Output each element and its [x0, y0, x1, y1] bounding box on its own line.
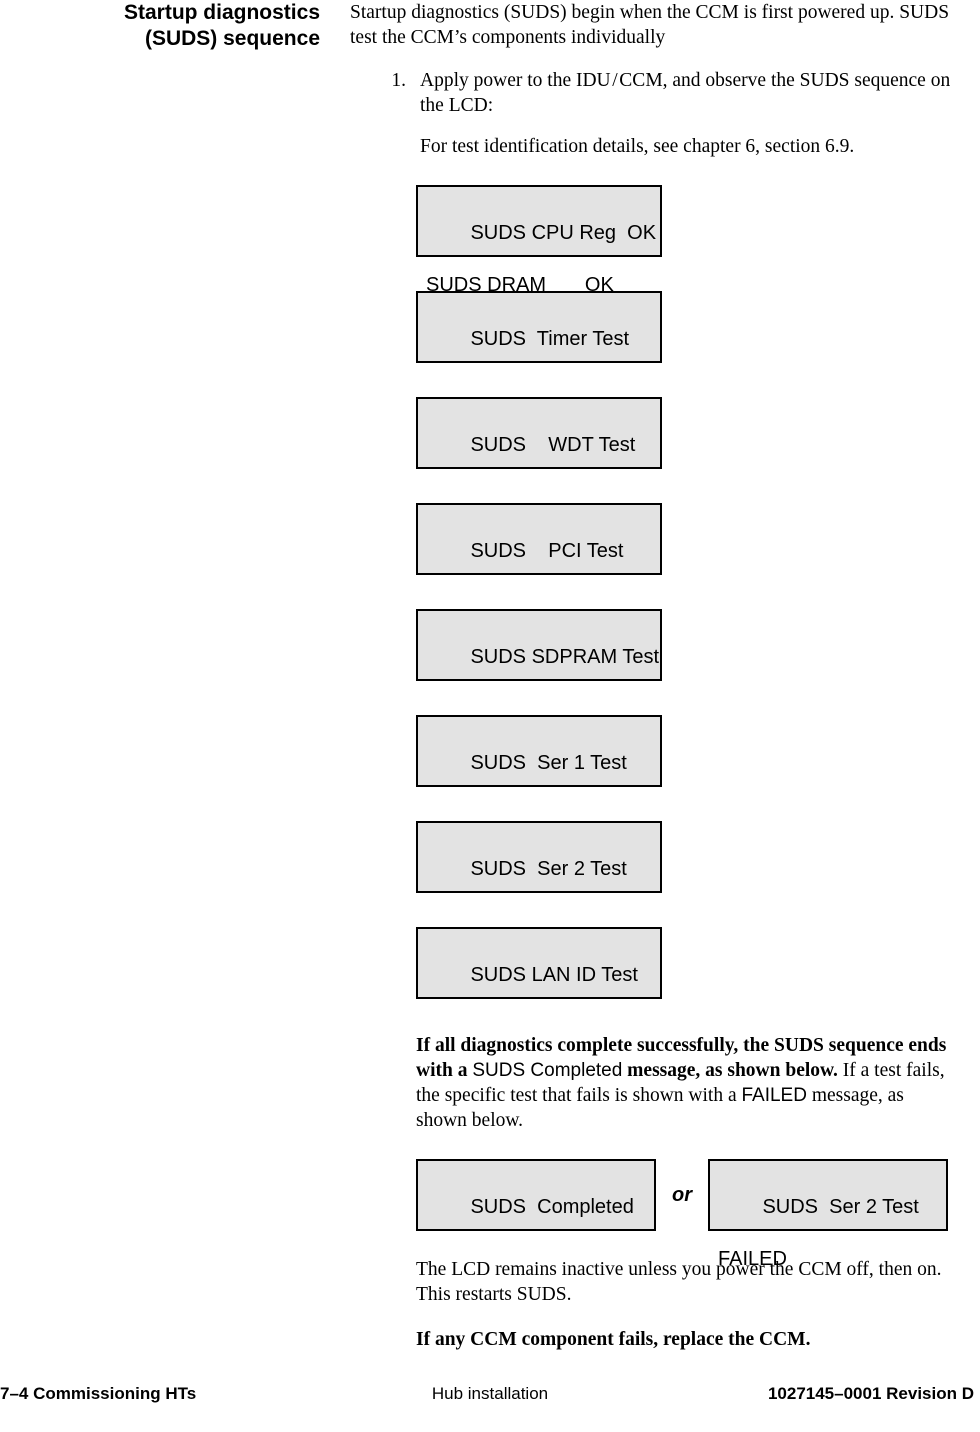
lcd-line1: SUDS CPU Reg OK [470, 222, 657, 244]
main-column: Startup diagnostics (SUDS) begin when th… [350, 0, 965, 1371]
lcd-screen-list: SUDS CPU Reg OK SUDS DRAM OK SUDS Timer … [416, 185, 965, 999]
lcd-line1: SUDS Ser 2 Test [762, 1196, 919, 1218]
lcd-line1: SUDS Completed [470, 1196, 634, 1218]
narrative-lcd-text-2: FAILED [741, 1085, 807, 1106]
narrative-bold-2: message, as shown below. [622, 1060, 838, 1081]
narrative-lcd-text-1: SUDS Completed [472, 1060, 623, 1081]
lcd-screen: SUDS CPU Reg OK SUDS DRAM OK [416, 185, 662, 296]
narrative-paragraph: If all diagnostics complete successfully… [416, 1033, 956, 1133]
lcd-line1: SUDS LAN ID Test [470, 964, 638, 986]
step-item: 1. Apply power to the IDU / CCM, and obs… [368, 68, 965, 159]
side-heading-line2: (SUDS) sequence [144, 27, 320, 50]
lcd-screen: SUDS Timer Test [416, 291, 662, 363]
footer-right: 1027145–0001 Revision D [767, 1384, 974, 1403]
intro-paragraph: Startup diagnostics (SUDS) begin when th… [350, 2, 950, 48]
lcd-alternatives-row: SUDS Completed or SUDS Ser 2 Test FAILED [416, 1159, 965, 1270]
lcd-line1: SUDS PCI Test [470, 540, 624, 562]
lcd-line1: SUDS Ser 1 Test [470, 752, 627, 774]
lcd-line1: SUDS Timer Test [470, 328, 630, 350]
step-subtext: For test identification details, see cha… [420, 136, 855, 157]
lcd-line1: SUDS Ser 2 Test [470, 858, 627, 880]
page-footer: 7–4 Commissioning HTs Hub installation 1… [0, 1384, 980, 1410]
lcd-line1: SUDS WDT Test [470, 434, 636, 456]
section-side-heading: Startup diagnostics (SUDS) sequence [0, 0, 320, 52]
bold-note-paragraph: If any CCM component fails, replace the … [416, 1328, 811, 1350]
document-page: Startup diagnostics (SUDS) sequence Star… [0, 0, 980, 1432]
step-number: 1. [391, 70, 406, 91]
lcd-line1: SUDS SDPRAM Test [470, 646, 660, 668]
lcd-screen-completed: SUDS Completed [416, 1159, 656, 1231]
lcd-screen-failed: SUDS Ser 2 Test FAILED [708, 1159, 948, 1270]
or-label: or [672, 1183, 692, 1206]
step-text: Apply power to the IDU / CCM, and observ… [420, 70, 951, 116]
side-heading-line1: Startup diagnostics [123, 1, 320, 24]
